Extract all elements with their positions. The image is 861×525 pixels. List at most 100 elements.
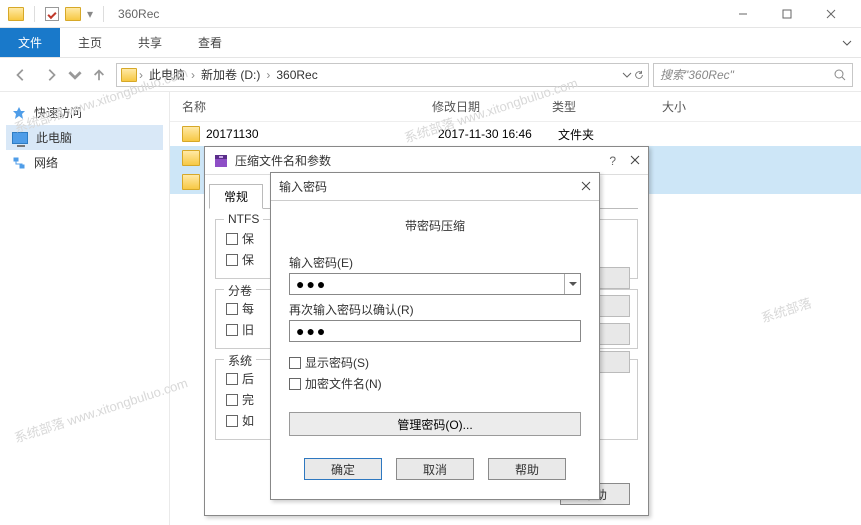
minimize-button[interactable] — [721, 0, 765, 28]
checkbox-show-password[interactable]: 显示密码(S) — [289, 352, 581, 373]
folder-icon — [65, 7, 81, 21]
search-placeholder: 搜索"360Rec" — [660, 66, 734, 83]
dialog-controls: ? — [609, 154, 640, 168]
titlebar-left-icons: ▾ — [8, 6, 108, 22]
confirm-password-label: 再次输入密码以确认(R) — [289, 301, 581, 318]
folder-icon — [121, 68, 137, 82]
group-label: NTFS — [224, 212, 263, 226]
group-label: 分卷 — [224, 282, 256, 299]
chevron-down-icon[interactable] — [622, 70, 632, 80]
dropdown-button[interactable] — [564, 274, 580, 294]
close-button[interactable] — [581, 180, 591, 194]
window-titlebar: ▾ 360Rec — [0, 0, 861, 28]
tab-share[interactable]: 共享 — [120, 28, 180, 57]
col-size[interactable]: 大小 — [662, 98, 722, 115]
checkbox-encrypt-filenames[interactable]: 加密文件名(N) — [289, 373, 581, 394]
checkbox-icon — [289, 378, 301, 390]
separator — [103, 6, 104, 22]
window-controls — [721, 0, 853, 28]
checkbox-icon — [226, 254, 238, 266]
sidebar-label: 此电脑 — [36, 129, 72, 146]
cell-date: 2017-11-30 16:46 — [438, 127, 558, 141]
checkbox-icon — [226, 303, 238, 315]
sidebar-item-network[interactable]: 网络 — [6, 150, 163, 175]
separator — [34, 6, 35, 22]
password-label: 输入密码(E) — [289, 254, 581, 271]
tab-general[interactable]: 常规 — [209, 184, 263, 209]
dialog-title: 输入密码 — [279, 178, 327, 195]
cell-name: 20171130 — [206, 127, 438, 141]
back-button[interactable] — [8, 62, 34, 88]
folder-icon — [8, 7, 24, 21]
dialog-titlebar[interactable]: 压缩文件名和参数 ? — [205, 147, 648, 175]
tab-file[interactable]: 文件 — [0, 28, 60, 57]
sidebar-item-quick-access[interactable]: 快速访问 — [6, 100, 163, 125]
sidebar-item-this-pc[interactable]: 此电脑 — [6, 125, 163, 150]
password-value: ●●● — [296, 277, 327, 291]
forward-button[interactable] — [38, 62, 64, 88]
ok-button[interactable]: 确定 — [304, 458, 382, 480]
checkbox-icon — [226, 415, 238, 427]
folder-icon — [182, 174, 200, 190]
sidebar-label: 网络 — [34, 154, 58, 171]
password-input[interactable]: ●●● — [289, 273, 581, 295]
dialog-title: 压缩文件名和参数 — [235, 152, 331, 169]
confirm-password-input[interactable]: ●●● — [289, 320, 581, 342]
maximize-button[interactable] — [765, 0, 809, 28]
nav-row: › 此电脑 › 新加卷 (D:) › 360Rec 搜索"360Rec" — [0, 58, 861, 92]
refresh-icon[interactable] — [634, 70, 644, 80]
sidebar-label: 快速访问 — [34, 104, 82, 121]
tab-view[interactable]: 查看 — [180, 28, 240, 57]
chevron-right-icon: › — [139, 68, 143, 82]
search-input[interactable]: 搜索"360Rec" — [653, 63, 853, 87]
password-dialog: 输入密码 带密码压缩 输入密码(E) ●●● 再次输入密码以确认(R) ●●● … — [270, 172, 600, 500]
address-bar-end — [622, 70, 644, 80]
col-date[interactable]: 修改日期 — [432, 98, 552, 115]
confirm-password-value: ●●● — [296, 324, 327, 338]
dialog-titlebar[interactable]: 输入密码 — [271, 173, 599, 201]
star-icon — [12, 106, 26, 120]
address-bar[interactable]: › 此电脑 › 新加卷 (D:) › 360Rec — [116, 63, 649, 87]
sidebar: 快速访问 此电脑 网络 — [0, 92, 170, 525]
monitor-icon — [12, 132, 28, 144]
table-row[interactable]: 20171130 2017-11-30 16:46 文件夹 — [170, 122, 861, 146]
folder-icon — [182, 150, 200, 166]
breadcrumb-pc[interactable]: 此电脑 — [145, 66, 189, 83]
group-label: 系统 — [224, 352, 256, 369]
cancel-button[interactable]: 取消 — [396, 458, 474, 480]
checkbox-icon — [226, 394, 238, 406]
up-button[interactable] — [86, 62, 112, 88]
search-icon — [834, 69, 846, 81]
column-headers: 名称 修改日期 类型 大小 — [170, 92, 861, 122]
dropdown-caret[interactable]: ▾ — [87, 7, 93, 21]
checkbox-icon — [45, 7, 59, 21]
dialog-footer: 确定 取消 帮助 — [271, 446, 599, 492]
close-button[interactable] — [809, 0, 853, 28]
manage-passwords-button[interactable]: 管理密码(O)... — [289, 412, 581, 436]
ribbon-expand-button[interactable] — [833, 28, 861, 57]
checkbox-icon — [226, 324, 238, 336]
archive-icon — [213, 153, 229, 169]
help-button[interactable]: ? — [609, 154, 616, 168]
col-name[interactable]: 名称 — [182, 98, 432, 115]
network-icon — [12, 156, 26, 170]
chevron-right-icon: › — [266, 68, 270, 82]
ribbon: 文件 主页 共享 查看 — [0, 28, 861, 58]
checkbox-icon — [226, 373, 238, 385]
cell-type: 文件夹 — [558, 126, 668, 143]
checkbox-icon — [289, 357, 301, 369]
folder-icon — [182, 126, 200, 142]
close-button[interactable] — [630, 154, 640, 168]
chevron-right-icon: › — [191, 68, 195, 82]
window-title: 360Rec — [118, 7, 159, 21]
col-type[interactable]: 类型 — [552, 98, 662, 115]
dialog-body: 带密码压缩 输入密码(E) ●●● 再次输入密码以确认(R) ●●● 显示密码(… — [271, 201, 599, 446]
dialog-heading: 带密码压缩 — [289, 211, 581, 248]
recent-dropdown[interactable] — [68, 62, 82, 88]
checkbox-icon — [226, 233, 238, 245]
breadcrumb-folder[interactable]: 360Rec — [272, 68, 321, 82]
help-button[interactable]: 帮助 — [488, 458, 566, 480]
breadcrumb-volume[interactable]: 新加卷 (D:) — [197, 66, 264, 83]
dialog-controls — [581, 180, 591, 194]
tab-home[interactable]: 主页 — [60, 28, 120, 57]
